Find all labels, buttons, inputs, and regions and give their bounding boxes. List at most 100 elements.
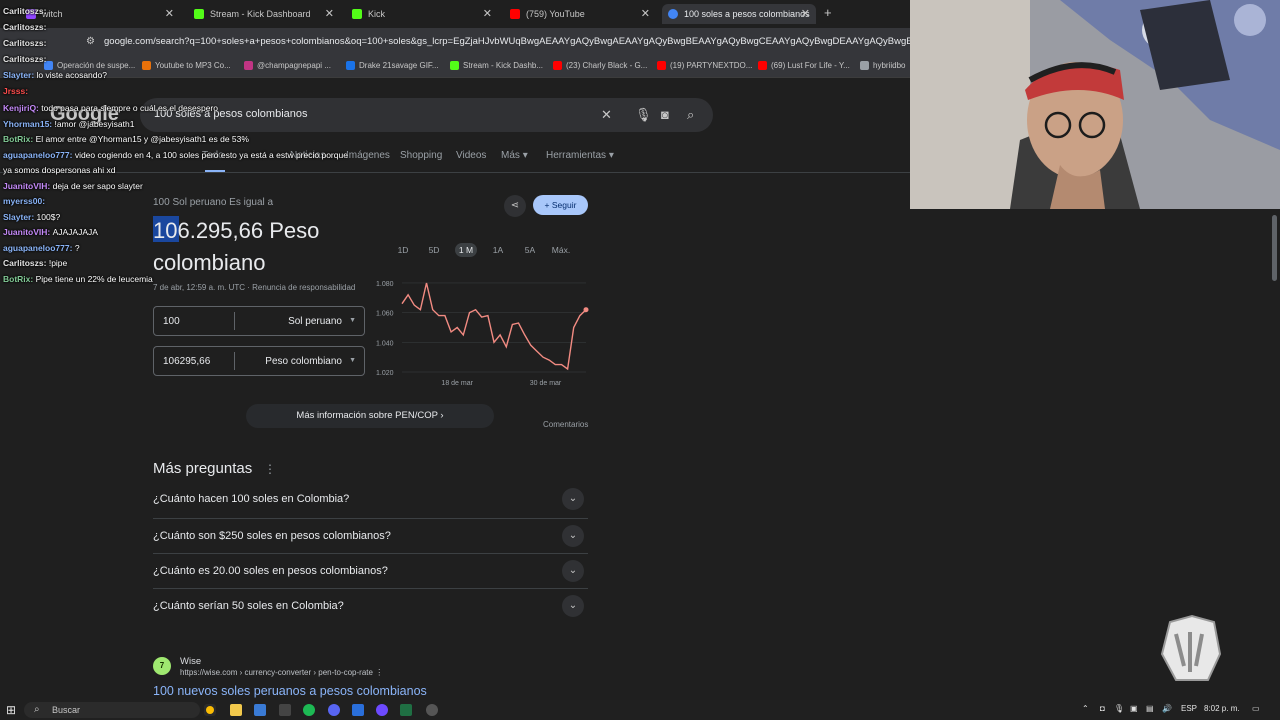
bookmark-item[interactable]: Stream - Kick Dashb... bbox=[450, 61, 543, 70]
new-tab-button[interactable]: + bbox=[824, 5, 832, 20]
comments-link[interactable]: Comentarios bbox=[543, 420, 588, 429]
question-item[interactable]: ¿Cuánto serían 50 soles en Colombia? ⌄ bbox=[153, 588, 588, 623]
close-tab-icon[interactable]: ✕ bbox=[483, 7, 492, 20]
bookmark-item[interactable]: (23) Charly Black - G... bbox=[553, 61, 647, 70]
from-amount-field[interactable]: 100 Sol peruano ▼ bbox=[153, 306, 365, 336]
filter-all[interactable]: Todo bbox=[202, 150, 224, 161]
close-tab-icon[interactable]: ✕ bbox=[641, 7, 650, 20]
microphone-icon[interactable]: 🎙 bbox=[635, 107, 652, 123]
bookmark-item[interactable]: @champagnepapi ... bbox=[244, 61, 331, 70]
site-info-icon[interactable]: ⚙ bbox=[86, 36, 95, 47]
taskbar-search[interactable]: ⌕ Buscar bbox=[24, 702, 200, 718]
file-explorer-icon[interactable] bbox=[230, 704, 242, 716]
filter-videos[interactable]: Videos bbox=[456, 150, 486, 161]
follow-button[interactable]: + Seguir bbox=[533, 195, 588, 215]
tab-google-search[interactable]: 100 soles a pesos colombianos ✕ bbox=[662, 4, 816, 24]
bookmark-item[interactable]: Drake 21savage GIF... bbox=[346, 61, 439, 70]
y-tick-label: 1.040 bbox=[376, 340, 394, 347]
from-amount-input[interactable]: 100 bbox=[163, 316, 180, 327]
obs-icon[interactable] bbox=[376, 704, 388, 716]
result-url[interactable]: https://wise.com › currency-converter › … bbox=[180, 668, 383, 677]
tray-icon[interactable]: ▣ bbox=[1130, 704, 1138, 713]
steam-icon[interactable] bbox=[352, 704, 364, 716]
filter-shopping[interactable]: Shopping bbox=[400, 150, 442, 161]
conversion-date[interactable]: 7 de abr, 12:59 a. m. UTC · Renuncia de … bbox=[153, 283, 355, 292]
tray-icon[interactable]: ◘ bbox=[1100, 704, 1105, 713]
discord-icon[interactable] bbox=[328, 704, 340, 716]
result-title-link[interactable]: 100 nuevos soles peruanos a pesos colomb… bbox=[153, 684, 427, 698]
scrollbar-track[interactable] bbox=[1268, 209, 1280, 700]
camera-search-icon[interactable]: ◙ bbox=[661, 107, 669, 122]
wise-logo-icon[interactable]: 7 bbox=[153, 657, 171, 675]
tab-twitch[interactable]: witch ✕ bbox=[20, 4, 180, 24]
url-input[interactable]: google.com/search?q=100+soles+a+pesos+co… bbox=[104, 36, 910, 47]
search-icon[interactable]: ⌕ bbox=[687, 107, 694, 123]
range-5a[interactable]: 5A bbox=[519, 243, 541, 257]
chevron-down-icon[interactable]: ⌄ bbox=[562, 595, 584, 617]
microphone-icon[interactable]: 🎙 bbox=[1114, 704, 1124, 713]
more-info-button[interactable]: Más información sobre PEN/COP › bbox=[246, 404, 494, 428]
app-icon[interactable] bbox=[279, 704, 291, 716]
tab-kick-dashboard[interactable]: Stream - Kick Dashboard ✕ bbox=[188, 4, 340, 24]
spotify-icon[interactable] bbox=[303, 704, 315, 716]
question-item[interactable]: ¿Cuánto hacen 100 soles en Colombia? ⌄ bbox=[153, 482, 588, 517]
close-tab-icon[interactable]: ✕ bbox=[801, 7, 810, 20]
chevron-down-icon[interactable]: ⌄ bbox=[562, 560, 584, 582]
volume-icon[interactable]: 🔊 bbox=[1162, 704, 1172, 713]
filter-more[interactable]: Más ▾ bbox=[501, 150, 528, 161]
tab-kick[interactable]: Kick ✕ bbox=[346, 4, 498, 24]
y-axis-ticks: 1.080 1.060 1.040 1.020 bbox=[376, 281, 394, 377]
scrollbar-thumb[interactable] bbox=[1272, 215, 1277, 281]
more-options-icon[interactable]: ⋮ bbox=[264, 462, 276, 476]
to-amount-field[interactable]: 106295,66 Peso colombiano ▼ bbox=[153, 346, 365, 376]
chat-username: aguapaneloo777: bbox=[3, 150, 75, 160]
dropdown-icon[interactable]: ▼ bbox=[349, 317, 356, 324]
close-tab-icon[interactable]: ✕ bbox=[165, 7, 174, 20]
range-1d[interactable]: 1D bbox=[392, 243, 414, 257]
exchange-rate-chart[interactable]: 1.080 1.060 1.040 1.020 18 de mar 30 de mar bbox=[370, 270, 592, 390]
bookmark-item[interactable]: Youtube to MP3 Co... bbox=[142, 61, 231, 70]
store-icon[interactable] bbox=[254, 704, 266, 716]
chat-text: ya somos dospersonas ahi xd bbox=[3, 165, 116, 175]
range-5d[interactable]: 5D bbox=[423, 243, 445, 257]
from-currency-select[interactable]: Sol peruano bbox=[288, 316, 342, 327]
filter-tools[interactable]: Herramientas ▾ bbox=[546, 150, 614, 161]
clear-icon[interactable]: ✕ bbox=[601, 107, 612, 123]
to-amount-input[interactable]: 106295,66 bbox=[163, 356, 210, 367]
network-icon[interactable]: ▤ bbox=[1146, 704, 1154, 713]
bookmark-item[interactable]: (19) PARTYNEXTDO... bbox=[657, 61, 752, 70]
chat-message: Slayter: 100$? bbox=[3, 212, 60, 222]
chevron-up-icon[interactable]: ⌃ bbox=[1082, 704, 1089, 713]
bookmark-item[interactable]: Operación de suspe... bbox=[44, 61, 135, 70]
bookmark-item[interactable]: hybriidbo bbox=[860, 61, 905, 70]
more-options-icon[interactable]: ⋮ bbox=[375, 668, 383, 677]
chevron-down-icon[interactable]: ⌄ bbox=[562, 525, 584, 547]
search-input[interactable]: 100 soles a pesos colombianos bbox=[154, 108, 307, 120]
question-item[interactable]: ¿Cuánto es 20.00 soles en pesos colombia… bbox=[153, 553, 588, 588]
windows-start-icon[interactable]: ⊞ bbox=[6, 703, 16, 717]
app-icon[interactable] bbox=[400, 704, 412, 716]
clock[interactable]: 8:02 p. m. bbox=[1204, 704, 1240, 713]
range-1m[interactable]: 1 M bbox=[455, 243, 477, 257]
language-indicator[interactable]: ESP bbox=[1181, 704, 1197, 713]
divider bbox=[234, 352, 235, 370]
close-tab-icon[interactable]: ✕ bbox=[325, 7, 334, 20]
tab-youtube[interactable]: (759) YouTube ✕ bbox=[504, 4, 656, 24]
notifications-icon[interactable]: ▭ bbox=[1252, 704, 1260, 713]
bookmark-item[interactable]: (69) Lust For Life - Y... bbox=[758, 61, 850, 70]
range-max[interactable]: Máx. bbox=[549, 243, 573, 257]
share-button[interactable]: ⋖ bbox=[504, 195, 526, 217]
filter-images[interactable]: Imágenes bbox=[346, 150, 390, 161]
filter-news[interactable]: Noticias bbox=[290, 150, 326, 161]
google-logo[interactable]: Google bbox=[50, 103, 119, 126]
dropdown-icon[interactable]: ▼ bbox=[349, 357, 356, 364]
search-box[interactable]: 100 soles a pesos colombianos ✕ 🎙 ◙ ⌕ bbox=[140, 98, 713, 132]
chat-username: KenjiriQ: bbox=[3, 103, 42, 113]
range-1a[interactable]: 1A bbox=[487, 243, 509, 257]
chat-text: deja de ser sapo slayter bbox=[52, 181, 143, 191]
chevron-down-icon[interactable]: ⌄ bbox=[562, 488, 584, 510]
result-site-name[interactable]: Wise bbox=[180, 656, 201, 667]
to-currency-select[interactable]: Peso colombiano bbox=[265, 356, 342, 367]
settings-icon[interactable] bbox=[426, 704, 438, 716]
question-item[interactable]: ¿Cuánto son $250 soles en pesos colombia… bbox=[153, 518, 588, 553]
